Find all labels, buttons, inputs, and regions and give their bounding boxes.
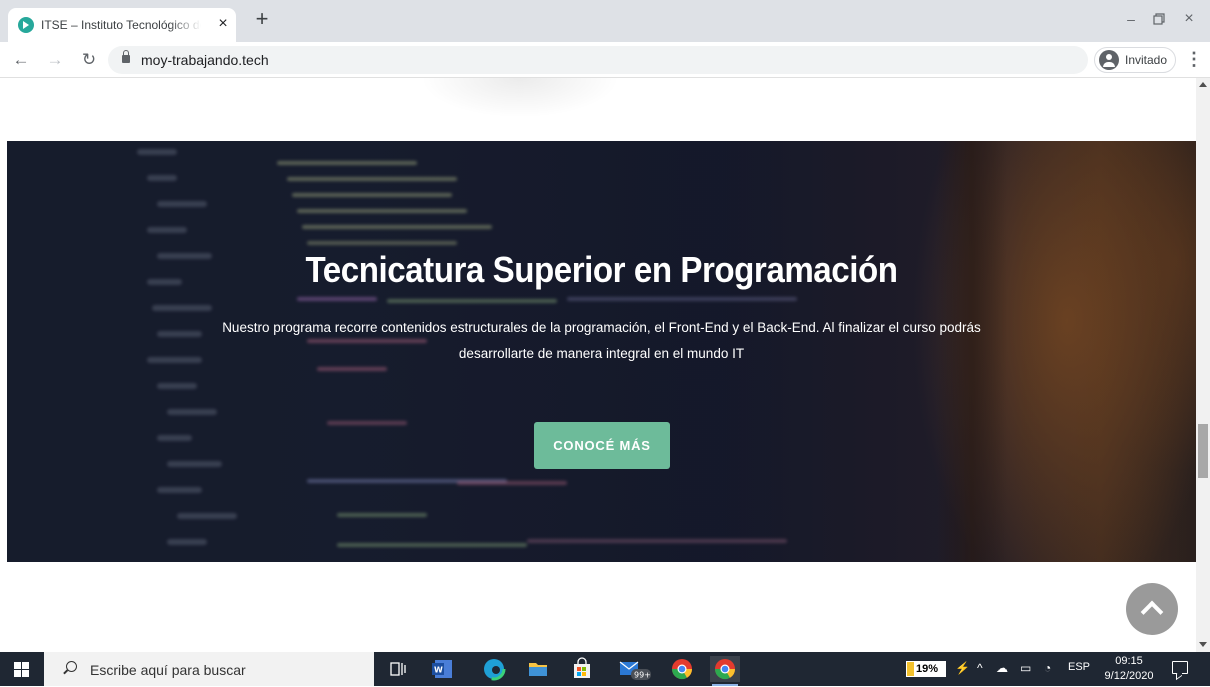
tab-close-icon[interactable]: × bbox=[214, 15, 232, 33]
hero-title: Tecnicatura Superior en Programación bbox=[305, 249, 898, 290]
page-scrollbar[interactable] bbox=[1196, 78, 1210, 652]
address-bar[interactable]: moy-trabajando.tech bbox=[108, 46, 1088, 74]
scroll-up-arrow-icon[interactable] bbox=[1199, 82, 1207, 87]
hero-description: Nuestro programa recorre contenidos estr… bbox=[222, 320, 981, 361]
mail-icon: 99+ bbox=[619, 661, 651, 680]
battery-percent-label: 19% bbox=[915, 663, 939, 675]
window-close-button[interactable]: × bbox=[1176, 6, 1202, 32]
hero-banner: Tecnicatura Superior en Programación Nue… bbox=[7, 141, 1196, 562]
file-explorer-icon bbox=[529, 663, 547, 676]
windows-taskbar: Escribe aquí para buscar W 99+ 19% ⚡ ^ ☁… bbox=[0, 652, 1210, 686]
tab-strip: ITSE – Instituto Tecnológico de Santiago… bbox=[0, 0, 1210, 42]
profile-avatar-icon bbox=[1099, 50, 1119, 70]
chrome-active-taskbar-button[interactable] bbox=[710, 656, 740, 686]
kebab-menu-icon[interactable]: ⋮ bbox=[1185, 50, 1203, 70]
site-favicon-icon bbox=[18, 17, 34, 33]
chrome-icon bbox=[671, 659, 693, 680]
chrome-taskbar-button[interactable] bbox=[667, 656, 697, 682]
edge-taskbar-button[interactable] bbox=[479, 656, 509, 682]
forward-arrow-icon[interactable]: → bbox=[44, 50, 66, 72]
task-view-button[interactable] bbox=[383, 656, 413, 682]
reload-icon[interactable]: ↻ bbox=[78, 50, 100, 72]
back-arrow-icon[interactable]: ← bbox=[10, 50, 32, 72]
word-icon: W bbox=[432, 660, 452, 678]
store-badge-count: 99+ bbox=[634, 671, 651, 680]
page-viewport: Tecnicatura Superior en Programación Nue… bbox=[0, 78, 1196, 652]
word-taskbar-button[interactable]: W bbox=[427, 656, 457, 682]
learn-more-button[interactable]: CONOCÉ MÁS bbox=[534, 422, 670, 469]
battery-indicator[interactable]: 19% bbox=[906, 661, 946, 677]
onedrive-cloud-icon[interactable]: ☁ bbox=[996, 661, 1008, 675]
new-tab-button[interactable]: + bbox=[250, 8, 274, 32]
wifi-icon[interactable]: ◔ bbox=[1044, 661, 1051, 675]
scroll-down-arrow-icon[interactable] bbox=[1199, 642, 1207, 647]
tab-title: ITSE – Instituto Tecnológico de Santiago… bbox=[41, 18, 201, 32]
header-shadow bbox=[420, 78, 620, 118]
store-icon bbox=[574, 657, 590, 678]
profile-button[interactable]: Invitado bbox=[1094, 47, 1176, 73]
mail-taskbar-button[interactable]: 99+ bbox=[614, 656, 654, 682]
window-maximize-button[interactable] bbox=[1146, 6, 1172, 32]
url-text[interactable]: moy-trabajando.tech bbox=[141, 52, 269, 68]
store-taskbar-button[interactable] bbox=[567, 656, 597, 682]
taskbar-search-placeholder[interactable]: Escribe aquí para buscar bbox=[90, 662, 246, 678]
chrome-icon bbox=[714, 659, 736, 680]
svg-text:W: W bbox=[434, 666, 443, 675]
scrollbar-thumb[interactable] bbox=[1198, 424, 1208, 478]
edge-icon bbox=[482, 657, 506, 681]
scroll-to-top-button[interactable] bbox=[1126, 583, 1178, 635]
windows-start-button[interactable] bbox=[0, 652, 44, 686]
lock-icon[interactable] bbox=[122, 50, 130, 63]
profile-label: Invitado bbox=[1125, 53, 1168, 67]
action-center-icon[interactable] bbox=[1172, 661, 1188, 674]
power-plug-icon[interactable]: ⚡ bbox=[955, 661, 970, 675]
browser-tab[interactable]: ITSE – Instituto Tecnológico de Santiago… bbox=[8, 8, 236, 42]
browser-toolbar: ← → ↻ moy-trabajando.tech Invitado ⋮ bbox=[0, 42, 1210, 78]
clock-date[interactable]: 9/12/2020 bbox=[1096, 670, 1162, 682]
maximize-icon bbox=[1153, 13, 1165, 25]
task-view-icon bbox=[390, 662, 406, 676]
file-explorer-taskbar-button[interactable] bbox=[523, 656, 553, 682]
search-icon bbox=[66, 661, 77, 672]
show-hidden-icons-chevron-icon[interactable]: ^ bbox=[977, 661, 983, 675]
window-minimize-button[interactable]: – bbox=[1118, 6, 1144, 32]
language-indicator[interactable]: ESP bbox=[1068, 661, 1090, 673]
battery-tray-icon[interactable]: ▭ bbox=[1020, 661, 1031, 675]
clock-time[interactable]: 09:15 bbox=[1104, 655, 1154, 667]
taskbar-search-box[interactable]: Escribe aquí para buscar bbox=[44, 652, 374, 686]
